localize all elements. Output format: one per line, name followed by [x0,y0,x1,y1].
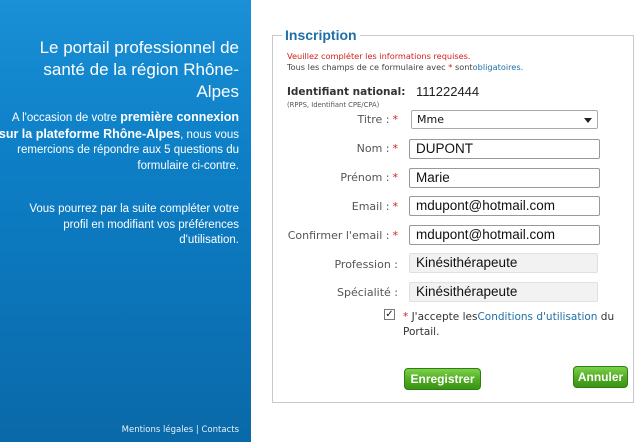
portal-title: Le portail professionnel de santé de la … [39,38,239,101]
mandatory-notice-text-2: sont [452,62,473,72]
footer-separator: | [193,425,202,435]
confirm-email-input[interactable]: mdupont@hotmail.com [409,225,600,245]
profile-hint: Vous pourrez par la suite compléter votr… [29,203,239,246]
save-button[interactable]: Enregistrer [404,368,481,390]
confirm-email-label: Confirmer l'email : * [268,229,398,242]
accept-checkbox[interactable]: ✓ [384,309,395,320]
specialite-label: Spécialité : [337,286,398,299]
mandatory-notice: Tous les champs de ce formulaire avec * … [287,62,523,72]
chevron-down-icon [584,118,592,123]
intro-text-start: A l'occasion de votre [11,112,121,124]
titre-select[interactable]: Mme [411,110,598,129]
fieldset-legend: Inscription [282,27,360,43]
email-label-text: Email : [351,200,390,213]
required-notice: Veuillez compléter les informations requ… [287,51,471,61]
required-star: * [392,171,399,184]
email-label: Email : * [268,200,398,213]
identifiant-label: Identifiant national: [287,86,406,98]
titre-selected-value: Mme [417,113,444,126]
required-star: * [392,229,399,242]
identifiant-value: 111222444 [416,84,480,99]
nom-label: Nom : * [268,142,398,155]
nom-label-text: Nom : [356,142,390,155]
terms-link[interactable]: Conditions d'utilisation [477,311,597,323]
accept-text-start: J'accepte les [408,311,478,323]
email-input[interactable]: mdupont@hotmail.com [409,196,600,216]
contacts-link[interactable]: Contacts [202,425,240,435]
required-star: * [392,142,399,155]
required-star: * [392,113,399,126]
mandatory-notice-text: Tous les champs de ce formulaire avec [287,62,449,72]
required-star: * [392,200,399,213]
cancel-button[interactable]: Annuler [573,366,628,388]
nom-input[interactable]: DUPONT [409,139,600,159]
accept-terms-text: * J'accepte lesConditions d'utilisation … [403,310,628,340]
prenom-label-text: Prénom : [340,171,390,184]
titre-label-text: Titre : [357,113,390,126]
profession-field: Kinésithérapeute [409,253,598,273]
checkmark-icon: ✓ [385,309,394,320]
intro-text: A l'occasion de votre première connexion… [0,110,239,174]
profession-label: Profession : [334,258,398,271]
prenom-label: Prénom : * [268,171,398,184]
titre-label: Titre : * [268,113,398,126]
legal-link[interactable]: Mentions légales [122,425,194,435]
identifiant-sublabel: (RPPS, Identifiant CPE/CPA) [287,101,380,109]
prenom-input[interactable]: Marie [409,168,600,188]
mandatory-word: obligatoires. [472,62,524,72]
confirm-email-label-text: Confirmer l'email : [287,229,390,242]
footer-links: Mentions légales | Contacts [122,425,239,435]
specialite-field: Kinésithérapeute [409,282,598,302]
info-panel: Le portail professionnel de santé de la … [0,0,251,442]
